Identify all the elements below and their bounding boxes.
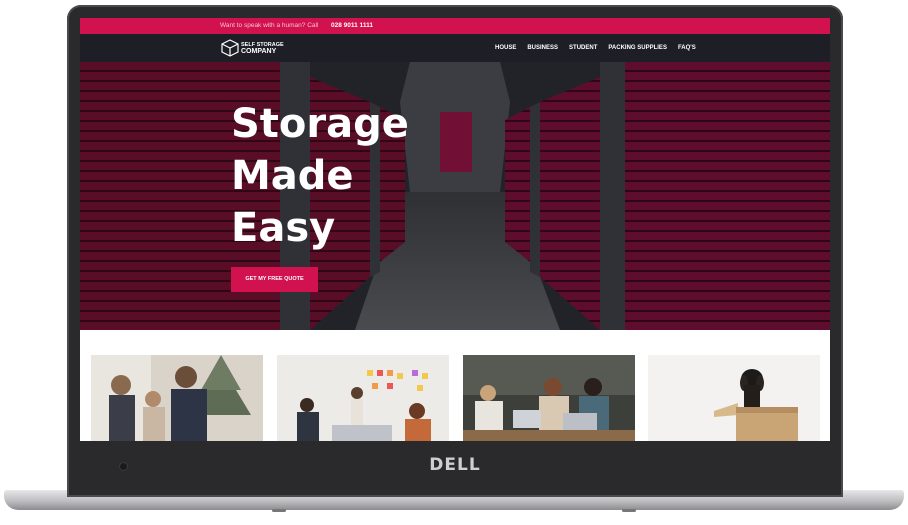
- nav-item-faqs[interactable]: FAQ'S: [678, 34, 696, 62]
- box-icon: [221, 39, 239, 57]
- top-contact-bar: Want to speak with a human? Call 028 901…: [80, 18, 830, 34]
- card-packing-supplies[interactable]: [648, 355, 820, 441]
- card-business[interactable]: [277, 355, 449, 441]
- office-meeting-photo-icon: [277, 355, 449, 441]
- screen: Want to speak with a human? Call 028 901…: [80, 18, 830, 441]
- laptop-chin: DELL: [67, 441, 843, 497]
- dog-in-box-photo-icon: [648, 355, 820, 441]
- free-quote-button[interactable]: GET MY FREE QUOTE: [231, 267, 318, 292]
- headline-line: Easy: [231, 205, 336, 251]
- nav-item-packing-supplies[interactable]: PACKING SUPPLIES: [608, 34, 667, 62]
- headline-line: Made: [231, 153, 354, 199]
- nav-menu: HOUSE BUSINESS STUDENT PACKING SUPPLIES …: [495, 34, 707, 62]
- phone-link[interactable]: 028 9011 1111: [331, 18, 373, 34]
- family-photo-icon: [91, 355, 263, 441]
- nav-item-student[interactable]: STUDENT: [569, 34, 597, 62]
- nav-item-house[interactable]: HOUSE: [495, 34, 516, 62]
- laptop-foot: [272, 509, 286, 512]
- headline-line: Storage: [231, 101, 409, 147]
- logo-text-bottom: COMPANY: [241, 48, 277, 55]
- card-house[interactable]: [91, 355, 263, 441]
- contact-message: Want to speak with a human? Call: [220, 22, 319, 29]
- service-cards: [80, 330, 830, 441]
- card-student[interactable]: [463, 355, 635, 441]
- laptop-foot: [622, 509, 636, 512]
- hero-headline: Storage Made Easy: [231, 98, 409, 254]
- storage-corridor-image: [80, 62, 830, 330]
- hero-banner: Storage Made Easy GET MY FREE QUOTE: [80, 62, 830, 330]
- students-laptops-photo-icon: [463, 355, 635, 441]
- laptop-frame: DELL Want to speak with a human? Call 02…: [0, 0, 908, 525]
- brand-logo: DELL: [429, 455, 481, 475]
- main-navigation: SELF STORAGE COMPANY HOUSE BUSINESS STUD…: [80, 34, 830, 62]
- nav-item-business[interactable]: BUSINESS: [527, 34, 558, 62]
